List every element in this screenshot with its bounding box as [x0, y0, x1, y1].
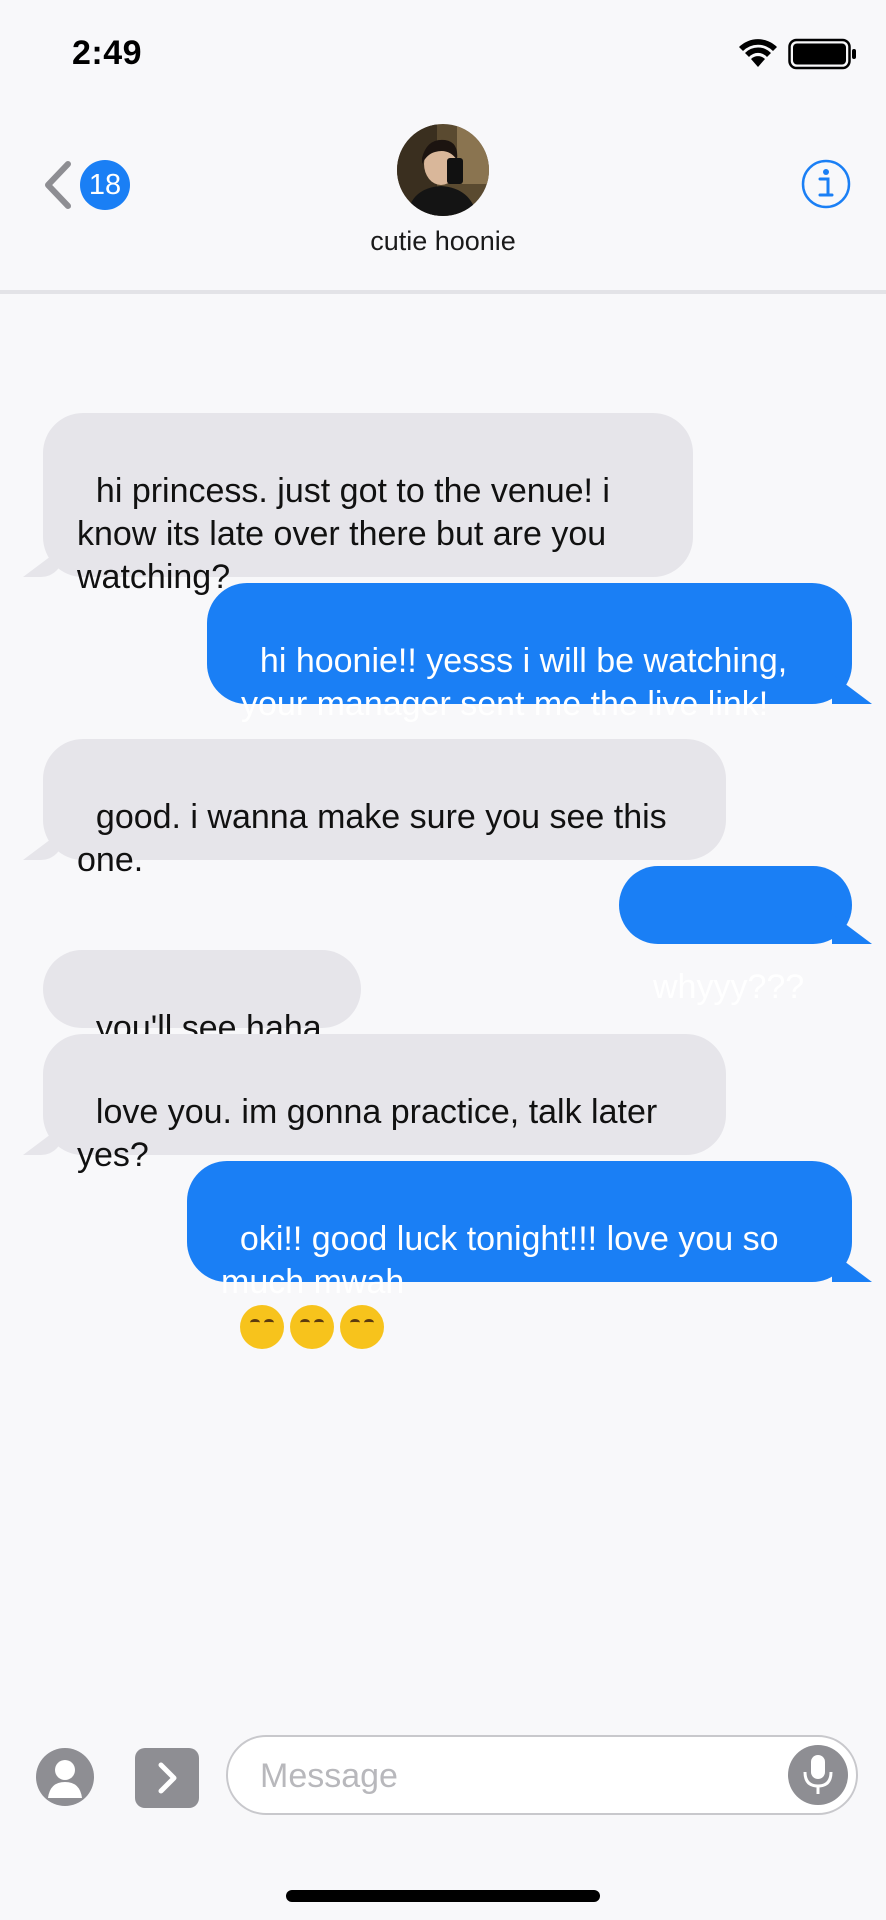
chevron-left-icon	[45, 161, 71, 209]
chevron-right-icon	[158, 1762, 177, 1794]
status-bar: 2:49	[0, 0, 886, 110]
received-message[interactable]: hi princess. just got to the venue! i kn…	[43, 413, 693, 596]
battery-icon	[788, 38, 856, 70]
conversation-header: 18 cutie hoonie	[0, 110, 886, 294]
status-icons	[738, 38, 858, 70]
back-button[interactable]	[40, 160, 74, 210]
apps-button[interactable]	[135, 1748, 199, 1808]
kissing-face-icon	[289, 1305, 334, 1350]
sent-message[interactable]: oki!! good luck tonight!!! love you so m…	[187, 1161, 852, 1350]
kissing-face-icon	[339, 1305, 384, 1350]
memoji-button[interactable]	[36, 1748, 94, 1806]
contact-name[interactable]: cutie hoonie	[0, 226, 886, 257]
unread-count-badge[interactable]: 18	[80, 160, 130, 210]
dictation-button[interactable]	[788, 1745, 848, 1805]
wifi-icon	[739, 39, 777, 67]
status-time: 2:49	[72, 34, 143, 72]
received-message[interactable]: good. i wanna make sure you see this one…	[43, 739, 726, 879]
contact-avatar[interactable]	[397, 124, 489, 216]
sent-message[interactable]: hi hoonie!! yesss i will be watching, yo…	[207, 583, 852, 723]
received-message[interactable]: you'll see haha	[43, 950, 361, 1047]
sent-message[interactable]: whyyy???	[619, 866, 852, 1006]
info-button[interactable]	[800, 158, 852, 215]
microphone-icon	[803, 1755, 833, 1794]
person-icon	[48, 1760, 82, 1798]
kissing-face-icon	[239, 1305, 284, 1350]
message-input-field[interactable]	[226, 1735, 858, 1815]
message-input[interactable]	[258, 1751, 762, 1801]
received-message[interactable]: love you. im gonna practice, talk later …	[43, 1034, 726, 1174]
home-indicator	[286, 1890, 600, 1902]
info-icon	[801, 159, 851, 209]
